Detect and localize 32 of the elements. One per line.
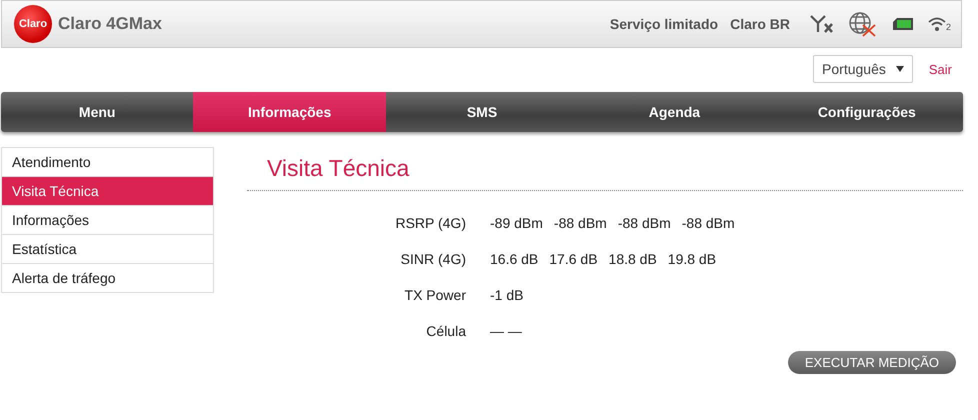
nav-tab[interactable]: Informações bbox=[193, 92, 386, 132]
field-value: -1 dB bbox=[490, 287, 524, 303]
field-value: -88 dBm bbox=[554, 215, 607, 231]
field-label: RSRP (4G) bbox=[394, 215, 466, 231]
sim-card-icon bbox=[892, 17, 914, 31]
operator-name: Claro BR bbox=[730, 16, 790, 32]
field-value: 17.6 dB bbox=[549, 251, 598, 267]
app-title: Claro 4GMax bbox=[58, 14, 162, 34]
nav-tab[interactable]: Menu bbox=[1, 92, 194, 132]
field-value: 19.8 dB bbox=[668, 251, 716, 267]
field-value: 18.8 dB bbox=[608, 251, 657, 267]
field-value: 16.6 dB bbox=[490, 251, 538, 267]
field-label: Célula bbox=[425, 323, 466, 339]
nav-tab[interactable]: SMS bbox=[386, 92, 578, 132]
field-label: TX Power bbox=[404, 287, 466, 303]
sidebar-item[interactable]: Visita Técnica bbox=[2, 177, 213, 206]
logo: Claro bbox=[14, 5, 52, 43]
field-value: — — bbox=[490, 323, 522, 339]
run-measurement-button[interactable]: EXECUTAR MEDIÇÃO bbox=[788, 351, 956, 374]
no-signal-icon bbox=[810, 14, 834, 34]
field-value: -88 dBm bbox=[618, 215, 671, 231]
language-select[interactable]: Português bbox=[813, 55, 913, 83]
field-value: -89 dBm bbox=[490, 215, 543, 231]
globe-disconnected-icon bbox=[848, 11, 878, 37]
field-label: SINR (4G) bbox=[400, 251, 466, 267]
field-value: -88 dBm bbox=[682, 215, 735, 231]
page-title: Visita Técnica bbox=[247, 155, 963, 191]
service-status: Serviço limitado bbox=[610, 16, 718, 32]
logout-link[interactable]: Sair bbox=[928, 62, 952, 76]
nav-tab[interactable]: Configurações bbox=[770, 92, 964, 132]
nav-tab[interactable]: Agenda bbox=[578, 92, 771, 132]
caret-icon bbox=[896, 66, 904, 72]
